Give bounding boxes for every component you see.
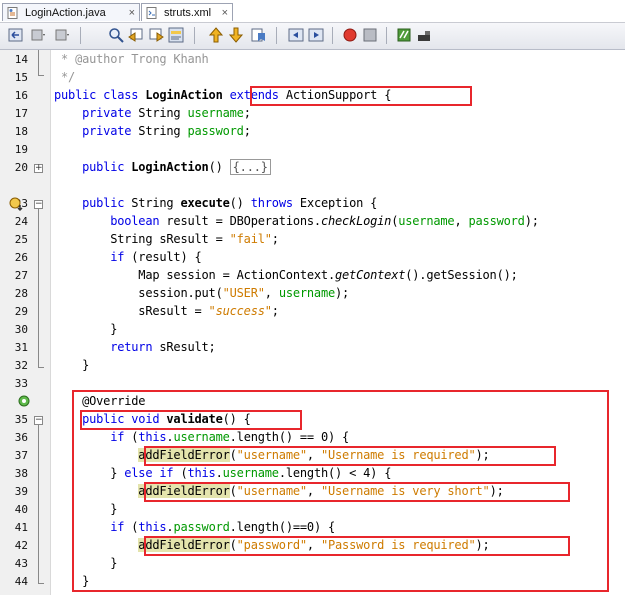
next-bookmark-icon[interactable] xyxy=(228,27,244,43)
folded-code-block[interactable]: {...} xyxy=(229,159,271,175)
line-number: 29 xyxy=(14,305,28,318)
toolbar-separator xyxy=(194,27,195,44)
find-previous-icon[interactable] xyxy=(128,27,144,43)
fold-line xyxy=(38,425,39,583)
code-line: String sResult = "fail"; xyxy=(54,232,279,246)
code-line: private String username; xyxy=(54,106,251,120)
toggle-bookmark-icon[interactable] xyxy=(250,27,266,43)
line-number: 32 xyxy=(14,359,28,372)
back-icon[interactable] xyxy=(8,27,24,43)
override-method-icon[interactable] xyxy=(8,196,24,212)
annotation-box-username-short xyxy=(144,482,570,502)
fold-line xyxy=(38,50,39,75)
line-number: 26 xyxy=(14,251,28,264)
editor-toolbar xyxy=(0,23,625,50)
code-line: public String execute() throws Exception… xyxy=(54,196,378,210)
code-line: * @author Trong Khanh xyxy=(54,52,209,66)
line-number: 16 xyxy=(14,89,28,102)
line-number: 15 xyxy=(14,71,28,84)
line-number: 35 xyxy=(14,413,28,426)
code-line: public LoginAction() {...} xyxy=(54,159,271,175)
stop-macro-icon[interactable] xyxy=(362,27,378,43)
previous-bookmark-icon[interactable] xyxy=(208,27,224,43)
annotation-box-password-required xyxy=(144,536,570,556)
fold-line xyxy=(38,209,39,367)
line-number: 19 xyxy=(14,143,28,156)
code-line: session.put("USER", username); xyxy=(54,286,350,300)
annotation-box-username-required xyxy=(144,446,556,466)
history-icon[interactable] xyxy=(30,27,46,43)
code-line: private String password; xyxy=(54,124,251,138)
line-number: 27 xyxy=(14,269,28,282)
forward-icon[interactable] xyxy=(54,27,70,43)
shift-left-icon[interactable] xyxy=(288,27,304,43)
collapse-fold-icon[interactable]: − xyxy=(34,200,43,209)
shift-right-icon[interactable] xyxy=(308,27,324,43)
line-number: 44 xyxy=(14,575,28,588)
expand-fold-icon[interactable]: + xyxy=(34,164,43,173)
line-number: 20 xyxy=(14,161,28,174)
line-number: 31 xyxy=(14,341,28,354)
close-icon[interactable]: × xyxy=(222,4,228,22)
tab-label: struts.xml xyxy=(164,7,212,19)
line-number: 33 xyxy=(14,377,28,390)
tab-label: LoginAction.java xyxy=(25,7,106,19)
fold-end xyxy=(38,75,44,76)
line-number: 42 xyxy=(14,539,28,552)
code-editor[interactable]: 14 15 16 17 18 19 20 23 24 25 26 27 28 2… xyxy=(0,50,625,595)
start-macro-icon[interactable] xyxy=(342,27,358,43)
line-number: 18 xyxy=(14,125,28,138)
xml-file-icon xyxy=(146,7,157,19)
fold-end xyxy=(38,367,44,368)
annotation-box-extends xyxy=(250,86,472,106)
line-number: 38 xyxy=(14,467,28,480)
toggle-highlight-icon[interactable] xyxy=(168,27,184,43)
line-number: 43 xyxy=(14,557,28,570)
line-number: 39 xyxy=(14,485,28,498)
line-number: 36 xyxy=(14,431,28,444)
line-number: 28 xyxy=(14,287,28,300)
line-number: 24 xyxy=(14,215,28,228)
toolbar-separator xyxy=(386,27,387,44)
toolbar-separator xyxy=(276,27,277,44)
code-line: return sResult; xyxy=(54,340,216,354)
line-number: 30 xyxy=(14,323,28,336)
code-line: sResult = "success"; xyxy=(54,304,279,318)
java-file-icon xyxy=(7,7,18,19)
line-number: 37 xyxy=(14,449,28,462)
line-number: 25 xyxy=(14,233,28,246)
line-number: 40 xyxy=(14,503,28,516)
line-number-gutter: 14 15 16 17 18 19 20 23 24 25 26 27 28 2… xyxy=(0,50,51,595)
toolbar-separator xyxy=(80,27,81,44)
line-number: 41 xyxy=(14,521,28,534)
line-number: 14 xyxy=(14,53,28,66)
find-next-icon[interactable] xyxy=(148,27,164,43)
editor-tab-bar: LoginAction.java × struts.xml × xyxy=(0,0,625,23)
fold-end xyxy=(38,583,44,584)
tab-loginaction-java[interactable]: LoginAction.java × xyxy=(2,3,140,21)
find-icon[interactable] xyxy=(108,27,124,43)
annotation-box-validate-signature xyxy=(80,410,302,430)
uncomment-icon[interactable] xyxy=(416,27,432,43)
collapse-fold-icon[interactable]: − xyxy=(34,416,43,425)
code-line: } xyxy=(54,322,118,336)
line-number: 17 xyxy=(14,107,28,120)
code-line: if (result) { xyxy=(54,250,202,264)
comment-icon[interactable] xyxy=(396,27,412,43)
code-line: Map session = ActionContext.getContext()… xyxy=(54,268,518,282)
close-icon[interactable]: × xyxy=(129,4,135,22)
code-line: boolean result = DBOperations.checkLogin… xyxy=(54,214,539,228)
tab-struts-xml[interactable]: struts.xml × xyxy=(141,3,233,21)
override-annotation-icon[interactable] xyxy=(18,395,30,407)
code-line: } xyxy=(54,358,90,372)
code-line: */ xyxy=(54,70,76,84)
toolbar-separator xyxy=(332,27,333,44)
